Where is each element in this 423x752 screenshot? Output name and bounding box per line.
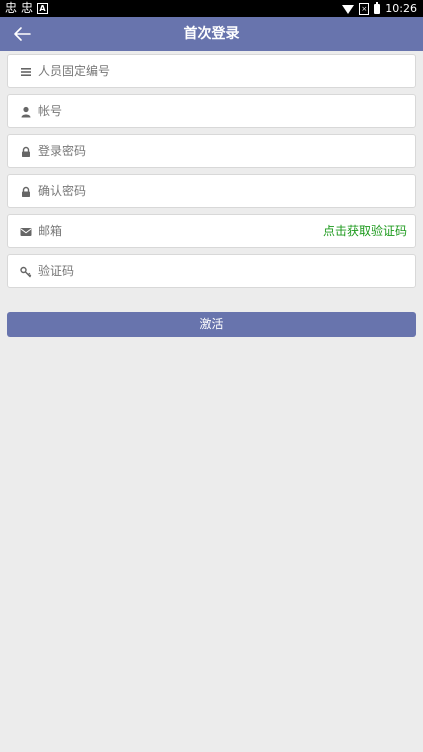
- key-icon: [20, 266, 32, 278]
- title-bar: 首次登录: [0, 17, 423, 51]
- get-verification-code-link[interactable]: 点击获取验证码: [323, 215, 407, 247]
- envelope-icon: [20, 226, 32, 238]
- confirm-password-field[interactable]: [7, 174, 416, 208]
- account-input[interactable]: [38, 95, 328, 127]
- activate-button[interactable]: 激活: [7, 312, 416, 337]
- verification-code-input[interactable]: [38, 255, 328, 287]
- confirm-password-input[interactable]: [38, 175, 328, 207]
- staff-id-field[interactable]: [7, 54, 416, 88]
- email-field[interactable]: 点击获取验证码: [7, 214, 416, 248]
- notification-glyph: 忠: [5, 1, 18, 15]
- menu-icon: [20, 66, 32, 78]
- login-password-field[interactable]: [7, 134, 416, 168]
- status-bar: 忠 忠 A × 10:26: [0, 0, 423, 17]
- sim-icon: ×: [359, 2, 370, 15]
- status-system: × 10:26: [342, 1, 417, 16]
- user-icon: [20, 106, 32, 118]
- activation-form: 点击获取验证码: [7, 54, 416, 294]
- login-password-input[interactable]: [38, 135, 328, 167]
- status-notifications: 忠 忠 A: [5, 1, 49, 16]
- battery-icon: [374, 1, 381, 14]
- lock-icon: [20, 186, 32, 198]
- staff-id-input[interactable]: [38, 55, 328, 87]
- lock-icon: [20, 146, 32, 158]
- notification-glyph: 忠: [21, 1, 34, 15]
- notification-a-icon: A: [37, 3, 49, 14]
- account-field[interactable]: [7, 94, 416, 128]
- email-input[interactable]: [38, 215, 328, 247]
- status-time: 10:26: [385, 2, 417, 15]
- page-title: 首次登录: [183, 26, 240, 42]
- verification-code-field[interactable]: [7, 254, 416, 288]
- wifi-icon: [342, 5, 355, 14]
